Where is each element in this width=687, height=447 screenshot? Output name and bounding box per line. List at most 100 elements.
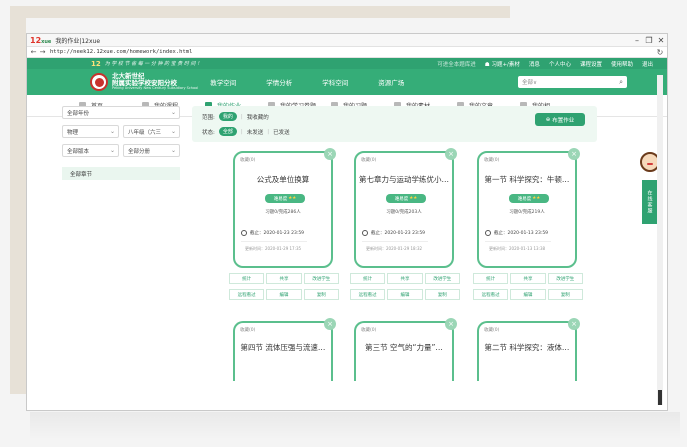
update-time: 更新时间：2020-01-13 13:38	[484, 241, 552, 251]
update-time: 更新时间：2020-01-29 18:32	[361, 241, 429, 251]
filter-panel: 范围: 我的 | 我收藏的 状态: 全部 | 未发送 | 已发送 ⊕ 布置作业	[192, 106, 597, 142]
status-sent[interactable]: 已发送	[273, 128, 290, 136]
online-service-button[interactable]: 在线客服	[642, 180, 658, 224]
update-time: 更新时间：2020-01-29 17:35	[240, 241, 308, 251]
school-seal-icon	[90, 73, 108, 91]
edit-button[interactable]: 编辑	[387, 289, 423, 300]
stats-button[interactable]: 统计	[229, 273, 265, 284]
edit-button[interactable]: 编辑	[510, 289, 546, 300]
toplink-course-settings[interactable]: 课程设置	[580, 60, 602, 68]
share-button[interactable]: 共享	[266, 273, 302, 284]
class-select[interactable]: 八年级（六三 ⌄	[123, 125, 180, 138]
search-input[interactable]: 全部∨ ⌕	[518, 76, 627, 88]
close-icon[interactable]: ×	[324, 318, 336, 330]
favorite-count[interactable]: 收藏(0)	[240, 327, 255, 333]
status-unsent[interactable]: 未发送	[247, 128, 264, 136]
favorite-count[interactable]: 收藏(0)	[240, 157, 255, 163]
close-icon[interactable]: ×	[324, 148, 336, 160]
improve-students-button[interactable]: 改进学生	[547, 273, 583, 284]
deadline: 截止：2020-01-23 23:59	[362, 230, 425, 236]
chapter-all-item[interactable]: 全部章节	[62, 167, 180, 180]
stats-button[interactable]: 统计	[473, 273, 509, 284]
card-actions: 统计 共享 改进学生 远程看过 编辑 复制	[350, 273, 460, 305]
stats-button[interactable]: 统计	[350, 273, 386, 284]
favorite-count[interactable]: 收藏(0)	[361, 157, 376, 163]
nav-teaching-space[interactable]: 教学空间	[210, 77, 236, 87]
homework-card[interactable]: 收藏(0) × 第一节 科学探究：牛顿… 难易度 ★★ 习题0/完成219人 截止…	[477, 148, 580, 268]
copy-button[interactable]: 复制	[424, 289, 460, 300]
completion-count: 习题0/完成219人	[509, 210, 545, 215]
share-button[interactable]: 共享	[510, 273, 546, 284]
nav-subject-space[interactable]: 学科空间	[322, 77, 348, 87]
favorite-count[interactable]: 收藏(0)	[484, 157, 499, 163]
copy-button[interactable]: 复制	[547, 289, 583, 300]
scope-label: 范围:	[202, 114, 215, 121]
reload-icon[interactable]: ↻	[653, 48, 667, 57]
assign-homework-button[interactable]: ⊕ 布置作业	[535, 113, 585, 126]
star-icon: ★★	[409, 196, 418, 201]
year-select[interactable]: 全部年份 ⌄	[62, 106, 180, 119]
back-icon[interactable]: ←	[29, 48, 38, 56]
scrollbar[interactable]	[657, 75, 663, 405]
search-icon[interactable]: ⌕	[619, 78, 623, 87]
share-button[interactable]: 共享	[387, 273, 423, 284]
close-icon[interactable]: ×	[445, 318, 457, 330]
volume-select[interactable]: 全部分册 ⌄	[123, 144, 180, 157]
toplink-question-bank[interactable]: 可进全本题库进	[437, 60, 476, 68]
remote-view-button[interactable]: 远程看过	[229, 289, 265, 300]
card-title: 公式及单位换算	[256, 175, 310, 184]
favorite-count[interactable]: 收藏(0)	[484, 327, 499, 333]
remote-view-button[interactable]: 远程看过	[473, 289, 509, 300]
card-title: 第七章力与运动学练优小…	[359, 175, 449, 184]
chevron-down-icon: ⌄	[109, 147, 115, 154]
close-icon[interactable]: ×	[568, 148, 580, 160]
url-field[interactable]: http://neek12.12xue.com/homework/index.h…	[50, 49, 653, 55]
completion-count: 习题0/完成203人	[386, 210, 422, 215]
minimize-button[interactable]: –	[631, 36, 643, 45]
toplink-profile[interactable]: 个人中心	[549, 60, 571, 68]
address-bar: ← → http://neek12.12xue.com/homework/ind…	[27, 47, 667, 58]
edit-button[interactable]: 编辑	[266, 289, 302, 300]
chevron-down-icon: ⌄	[109, 128, 115, 135]
favorite-count[interactable]: 收藏(0)	[361, 327, 376, 333]
star-icon: ★★	[288, 196, 297, 201]
homework-card[interactable]: 收藏(0) × 第三节 空气的“力量”…	[354, 318, 457, 381]
difficulty-badge: 难易度 ★★	[386, 194, 426, 203]
close-icon[interactable]: ×	[445, 148, 457, 160]
subject-select[interactable]: 物理 ⌄	[62, 125, 119, 138]
edition-select[interactable]: 全部版本 ⌄	[62, 144, 119, 157]
toplink-exercises[interactable]: ☗ 习题+/素材	[485, 60, 520, 68]
scope-favorites[interactable]: 我收藏的	[247, 113, 269, 121]
homework-content: 范围: 我的 | 我收藏的 状态: 全部 | 未发送 | 已发送 ⊕ 布置作业 收…	[192, 106, 597, 381]
improve-students-button[interactable]: 改进学生	[424, 273, 460, 284]
toplink-help[interactable]: 使用帮助	[611, 60, 633, 68]
homework-card[interactable]: 收藏(0) × 公式及单位换算 难易度 ★★ 习题0/完成286人 截止：2020…	[233, 148, 336, 268]
deadline: 截止：2020-01-13 23:59	[485, 230, 548, 236]
homework-card[interactable]: 收藏(0) × 第四节 流体压强与流速…	[233, 318, 336, 381]
browser-titlebar: 12xue 我的作业|12xue – ❐ ✕	[27, 34, 667, 47]
close-icon[interactable]: ×	[568, 318, 580, 330]
photo-frame-shadow	[30, 412, 680, 440]
nav-resource-plaza[interactable]: 资源广场	[378, 77, 404, 87]
homework-card[interactable]: 收藏(0) × 第七章力与运动学练优小… 难易度 ★★ 习题0/完成203人 截止…	[354, 148, 457, 268]
status-all-pill[interactable]: 全部	[218, 127, 237, 136]
forward-icon[interactable]: →	[38, 48, 47, 56]
deadline: 截止：2020-01-23 23:59	[241, 230, 304, 236]
scrollbar-thumb[interactable]	[658, 390, 662, 405]
card-actions: 统计 共享 改进学生 远程看过 编辑 复制	[473, 273, 583, 305]
completion-count: 习题0/完成286人	[265, 210, 301, 215]
scope-mine-pill[interactable]: 我的	[218, 112, 237, 121]
nav-learning-analysis[interactable]: 学情分析	[266, 77, 292, 87]
toplink-messages[interactable]: 消息	[529, 60, 540, 68]
homework-card[interactable]: 收藏(0) × 第二节 科学探究：液体…	[477, 318, 580, 381]
site-header: 北大新世纪 附属实验学校安阳分校 Peking University New C…	[27, 69, 667, 95]
card-title: 第二节 科学探究：液体…	[484, 343, 570, 352]
photo-frame-left	[10, 6, 26, 394]
maximize-button[interactable]: ❐	[643, 36, 655, 45]
toplink-logout[interactable]: 退出	[642, 60, 653, 68]
improve-students-button[interactable]: 改进学生	[303, 273, 339, 284]
card-title: 第四节 流体压强与流速…	[240, 343, 326, 352]
remote-view-button[interactable]: 远程看过	[350, 289, 386, 300]
close-button[interactable]: ✕	[655, 36, 667, 45]
copy-button[interactable]: 复制	[303, 289, 339, 300]
